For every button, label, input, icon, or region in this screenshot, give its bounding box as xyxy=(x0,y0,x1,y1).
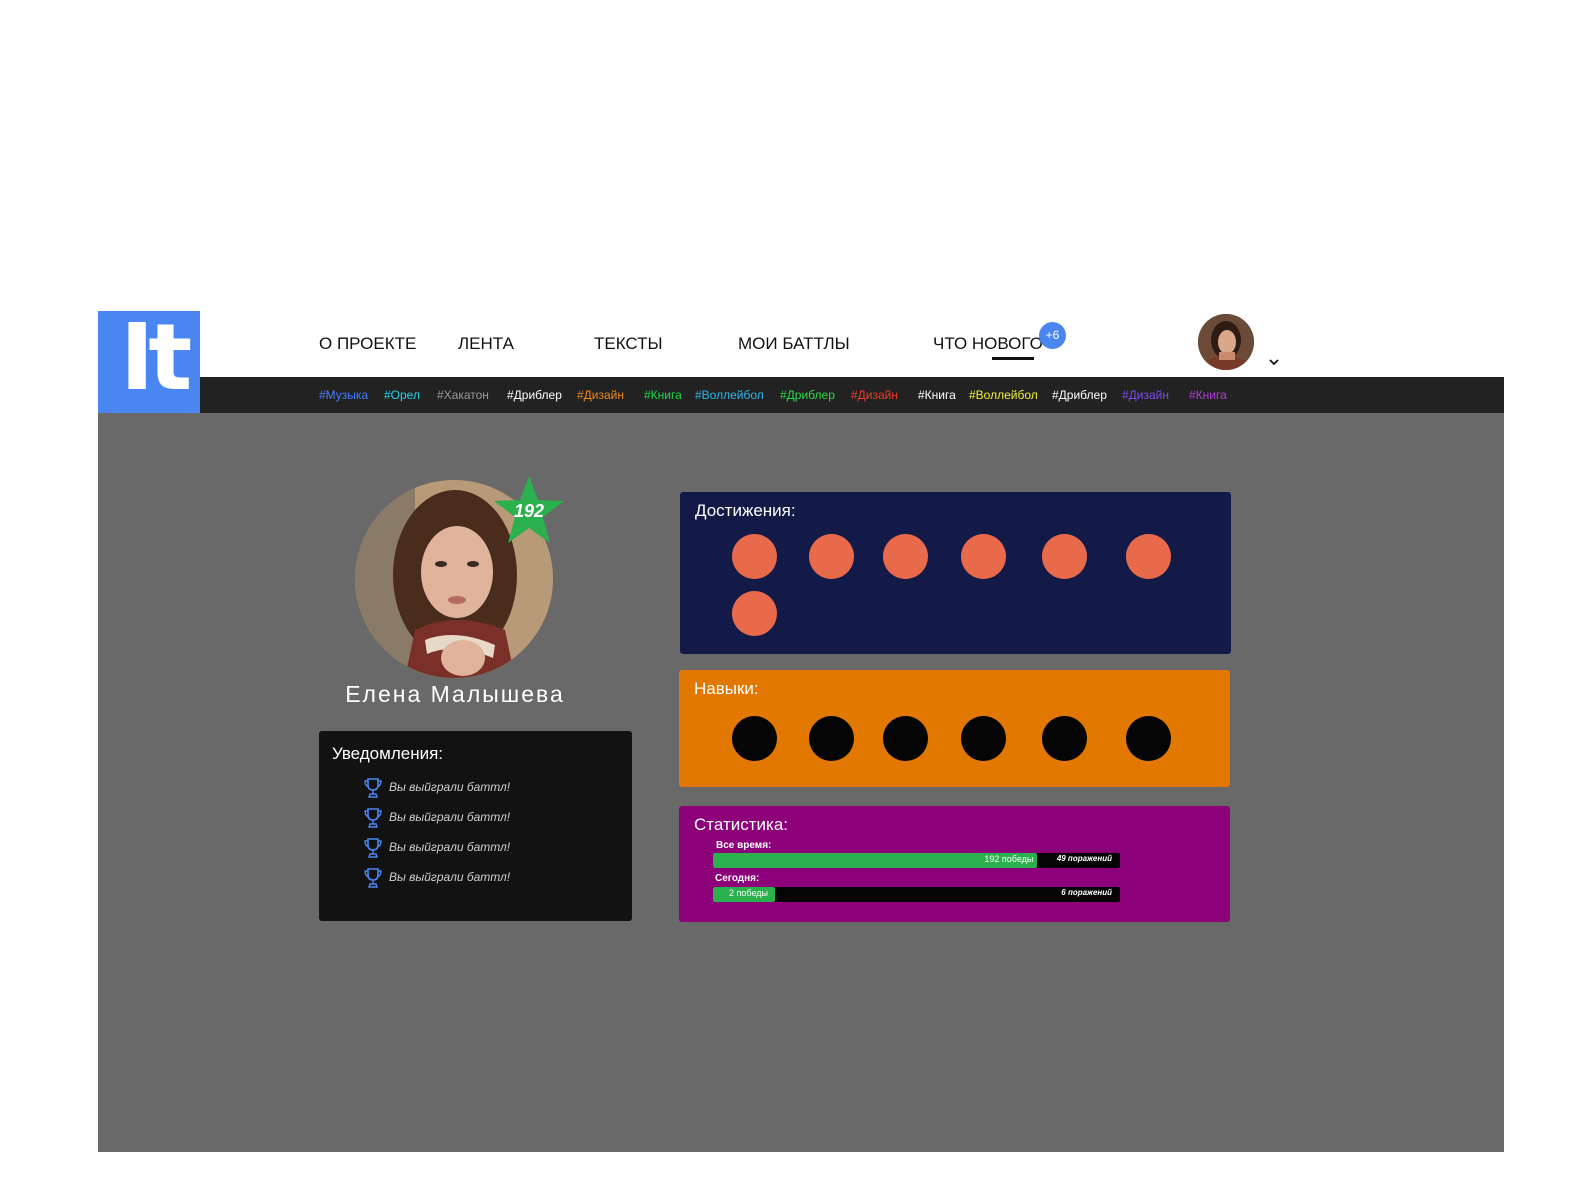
nav-active-indicator xyxy=(992,357,1034,360)
today-label: Сегодня: xyxy=(715,873,760,884)
tag-item[interactable]: #Музыка xyxy=(319,388,368,402)
skill-badge[interactable] xyxy=(1126,716,1171,761)
all-time-wins: 192 победы xyxy=(984,854,1034,864)
skill-badge[interactable] xyxy=(732,716,777,761)
nav-item-my-battles[interactable]: МОИ БАТТЛЫ xyxy=(738,334,850,354)
profile-name: Елена Малышева xyxy=(345,681,565,707)
tag-item[interactable]: #Дриблер xyxy=(780,388,835,402)
achievement-badge[interactable] xyxy=(1126,534,1171,579)
nav-item-texts[interactable]: ТЕКСТЫ xyxy=(594,334,663,354)
today-wins: 2 победы xyxy=(729,888,768,898)
today-bar: 2 победы 6 поражений xyxy=(713,887,1120,902)
user-avatar[interactable] xyxy=(1198,314,1254,370)
skills-panel: Навыки: xyxy=(679,670,1230,787)
tag-item[interactable]: #Орел xyxy=(384,388,420,402)
tag-item[interactable]: #Воллейбол xyxy=(969,388,1038,402)
all-time-wins-fill: 192 победы xyxy=(713,853,1038,868)
skill-badge[interactable] xyxy=(1042,716,1087,761)
tag-item[interactable]: #Книга xyxy=(918,388,956,402)
achievements-title: Достижения: xyxy=(695,501,796,520)
notifications-panel: Уведомления: Вы выйграли баттл! Вы выйгр… xyxy=(319,731,632,921)
trophy-icon xyxy=(364,838,382,858)
skill-badge[interactable] xyxy=(883,716,928,761)
achievement-badge[interactable] xyxy=(883,534,928,579)
tag-item[interactable]: #Дизайн xyxy=(1122,388,1169,402)
trophy-icon xyxy=(364,778,382,798)
all-time-bar: 192 победы 49 поражений xyxy=(713,853,1120,868)
tag-item[interactable]: #Дриблер xyxy=(1052,388,1107,402)
achievement-badge[interactable] xyxy=(809,534,854,579)
trophy-icon xyxy=(364,808,382,828)
all-time-losses: 49 поражений xyxy=(1056,854,1112,863)
notification-text: Вы выйграли баттл! xyxy=(389,780,511,794)
achievement-badge[interactable] xyxy=(732,591,777,636)
today-losses: 6 поражений xyxy=(1061,888,1112,897)
achievements-panel: Достижения: xyxy=(680,492,1231,654)
chevron-down-icon[interactable] xyxy=(1268,356,1280,368)
skill-badge[interactable] xyxy=(809,716,854,761)
notifications-title: Уведомления: xyxy=(332,744,444,763)
trophy-icon xyxy=(364,868,382,888)
nav-item-feed[interactable]: ЛЕНТА xyxy=(458,334,514,354)
achievement-badge[interactable] xyxy=(961,534,1006,579)
tag-item[interactable]: #Хакатон xyxy=(437,388,489,402)
tag-item[interactable]: #Книга xyxy=(1189,388,1227,402)
statistics-title: Статистика: xyxy=(694,815,789,834)
notification-text: Вы выйграли баттл! xyxy=(389,840,511,854)
achievement-badge[interactable] xyxy=(732,534,777,579)
all-time-label: Все время: xyxy=(716,840,772,851)
skill-badge[interactable] xyxy=(961,716,1006,761)
tag-item[interactable]: #Дизайн xyxy=(851,388,898,402)
tag-item[interactable]: #Воллейбол xyxy=(695,388,764,402)
tag-item[interactable]: #Дизайн xyxy=(577,388,624,402)
notification-text: Вы выйграли баттл! xyxy=(389,810,511,824)
statistics-panel: Статистика: Все время: 192 победы 49 пор… xyxy=(679,806,1230,922)
notification-count-badge: +6 xyxy=(1039,322,1066,349)
logo-text: It xyxy=(120,311,192,411)
site-logo[interactable]: It xyxy=(98,311,200,413)
achievement-badge[interactable] xyxy=(1042,534,1087,579)
today-wins-fill: 2 победы xyxy=(713,887,776,902)
tag-item[interactable]: #Дриблер xyxy=(507,388,562,402)
notification-text: Вы выйграли баттл! xyxy=(389,870,511,884)
skills-title: Навыки: xyxy=(694,679,759,698)
nav-item-about[interactable]: О ПРОЕКТЕ xyxy=(319,334,416,354)
rating-value: 192 xyxy=(513,501,545,521)
nav-item-whats-new[interactable]: ЧТО НОВОГО xyxy=(933,334,1043,354)
tag-item[interactable]: #Книга xyxy=(644,388,682,402)
